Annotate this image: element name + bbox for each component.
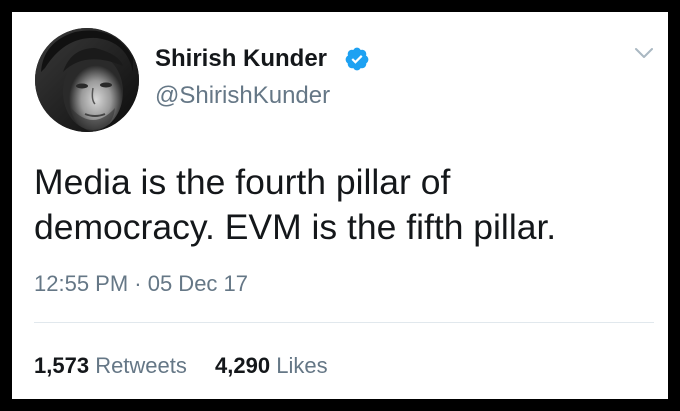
- likes-stat[interactable]: 4,290 Likes: [215, 353, 328, 379]
- tweet-card: Shirish Kunder @ShirishKunder Media is t…: [12, 12, 668, 399]
- display-name[interactable]: Shirish Kunder: [155, 45, 327, 73]
- tweet-text-line: Media is the fourth pillar of: [34, 162, 451, 202]
- retweets-label: Retweets: [95, 353, 187, 378]
- tweet-text-line: democracy. EVM is the fifth pillar.: [34, 207, 557, 247]
- avatar-photo: [35, 28, 139, 132]
- retweets-count: 1,573: [34, 353, 90, 378]
- likes-label: Likes: [276, 353, 328, 378]
- tweet-stats: 1,573 Retweets 4,290 Likes: [34, 353, 328, 379]
- retweets-stat[interactable]: 1,573 Retweets: [34, 353, 187, 379]
- tweet-timestamp[interactable]: 12:55 PM · 05 Dec 17: [34, 271, 248, 297]
- likes-count: 4,290: [215, 353, 271, 378]
- verified-badge-icon: [345, 47, 369, 71]
- chevron-down-icon[interactable]: [634, 46, 654, 60]
- tweet-text: Media is the fourth pillar of democracy.…: [34, 160, 654, 250]
- divider: [34, 322, 654, 323]
- avatar[interactable]: [35, 28, 139, 132]
- user-handle[interactable]: @ShirishKunder: [155, 82, 330, 110]
